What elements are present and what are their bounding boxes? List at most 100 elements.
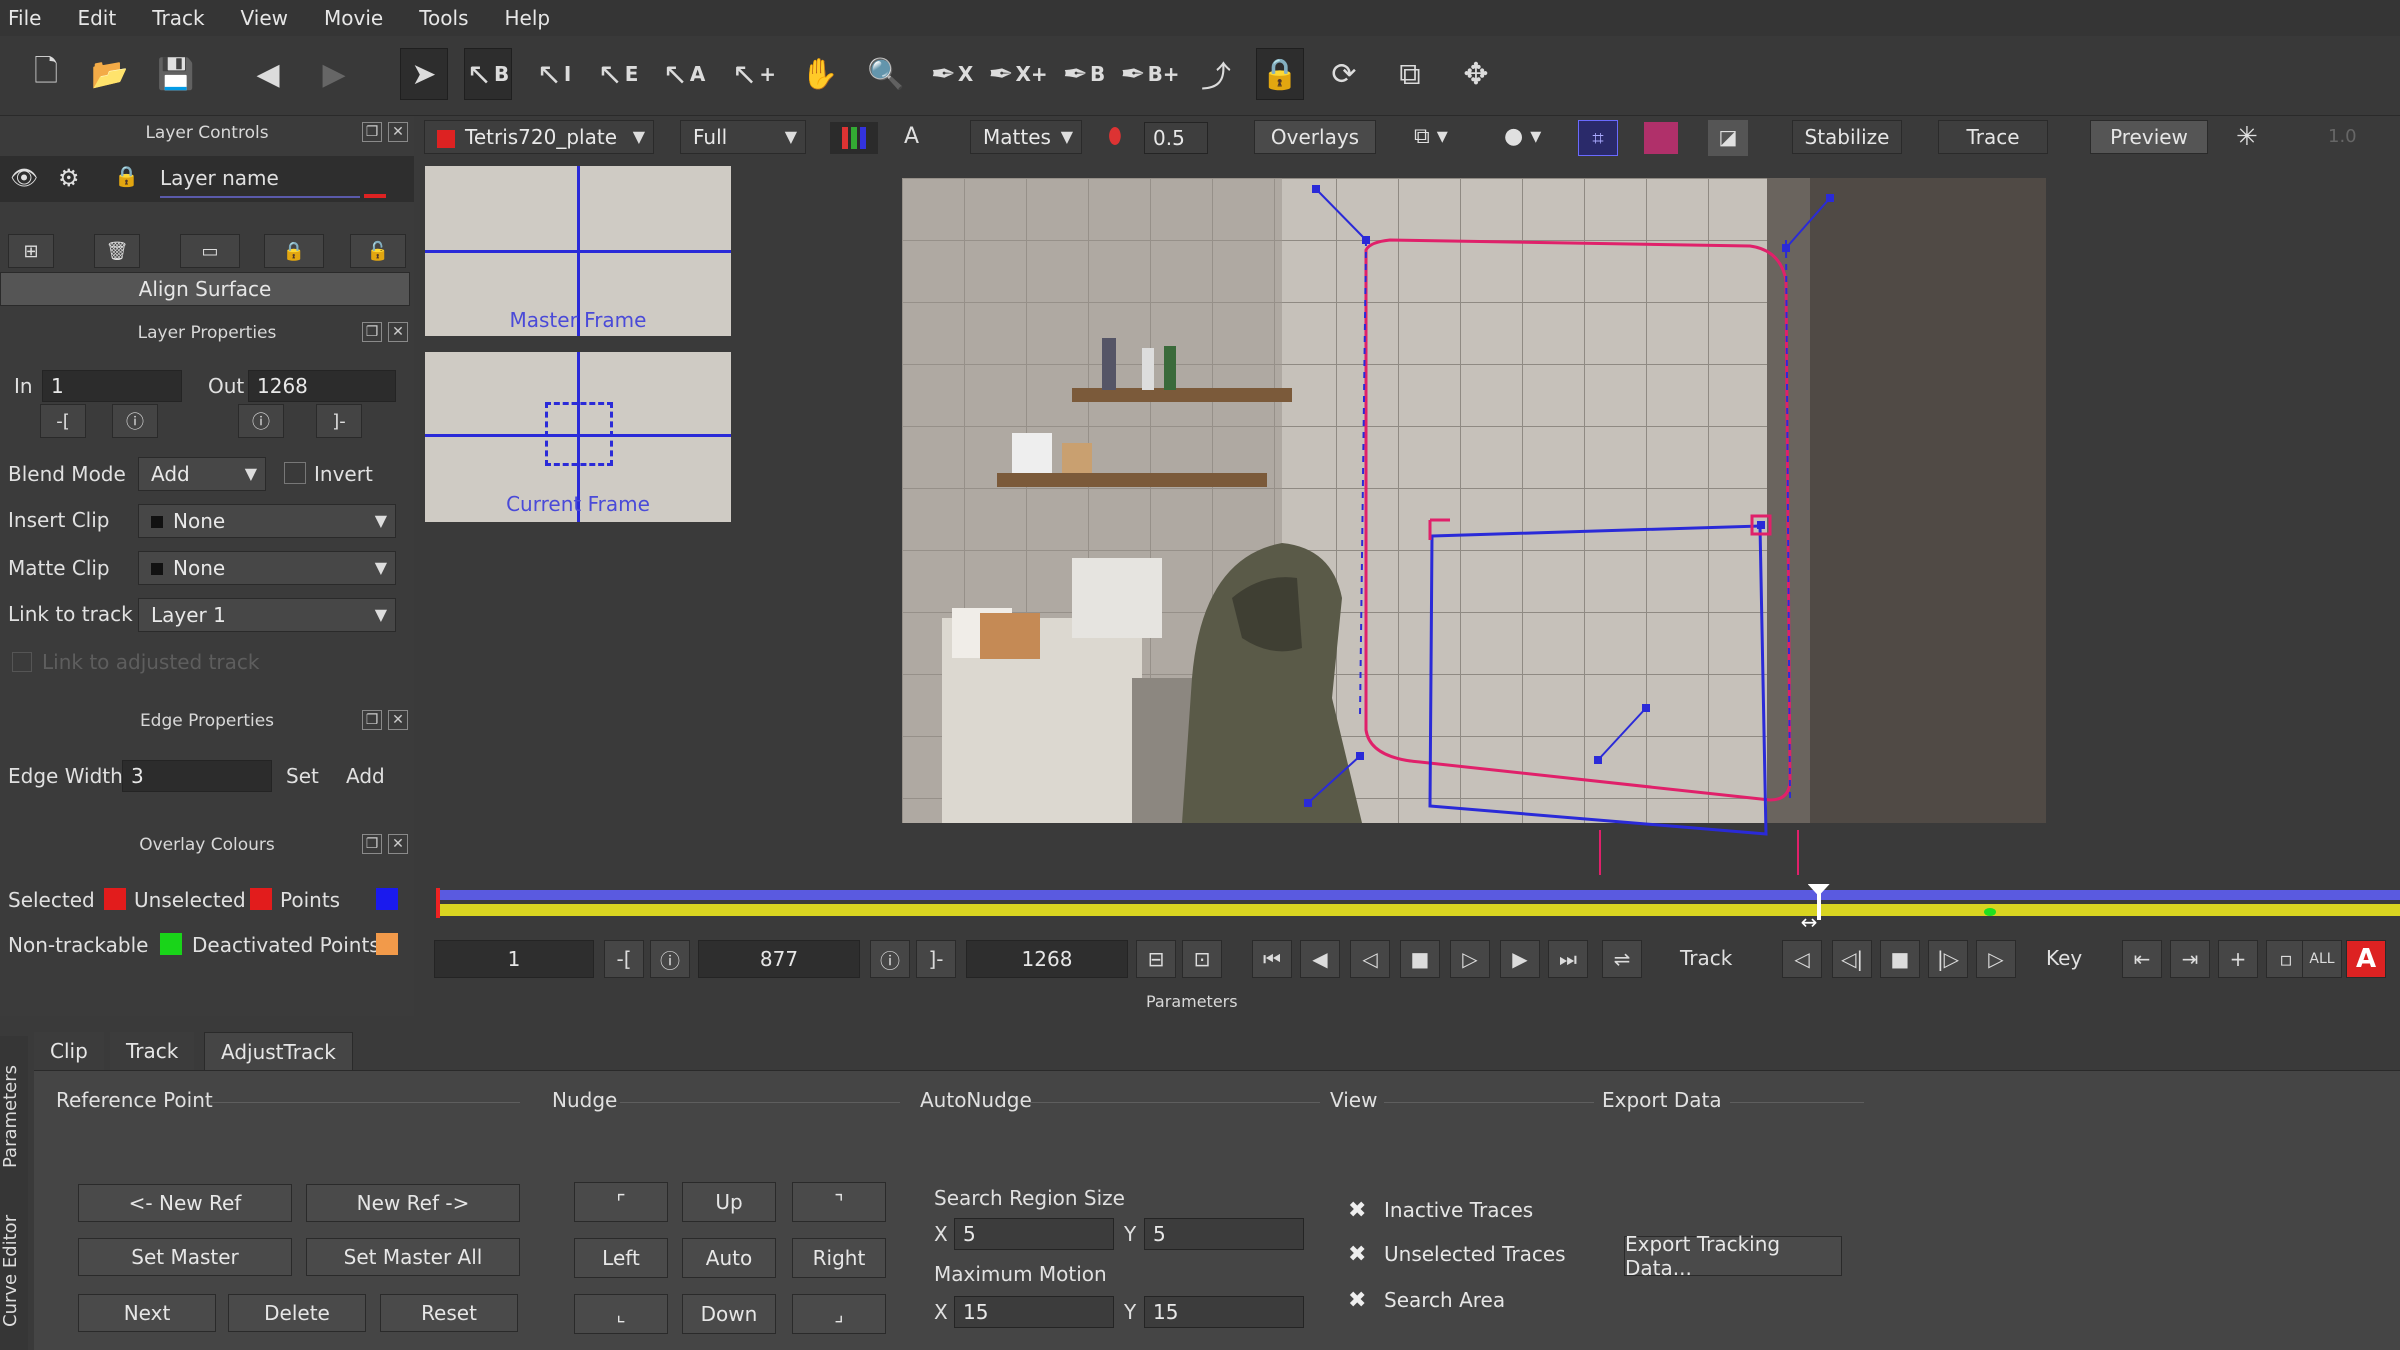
reset-button[interactable]: Reset bbox=[380, 1294, 518, 1332]
control-point[interactable] bbox=[1356, 752, 1364, 760]
control-point[interactable] bbox=[1757, 521, 1765, 529]
go-to-end-icon[interactable]: ⏭ bbox=[1548, 940, 1588, 978]
group-divider bbox=[1384, 1102, 1594, 1103]
search-area-label: Search Area bbox=[1384, 1288, 1506, 1312]
loop-icon[interactable]: ⇌ bbox=[1602, 940, 1642, 978]
step-backward-icon[interactable]: ◁ bbox=[1350, 940, 1390, 978]
tab-track[interactable]: Track bbox=[110, 1032, 195, 1070]
control-point[interactable] bbox=[1594, 756, 1602, 764]
inner-shape-spline[interactable] bbox=[1428, 524, 1768, 836]
control-point[interactable] bbox=[1304, 799, 1312, 807]
unselected-traces-label: Unselected Traces bbox=[1384, 1242, 1566, 1266]
nudge-title: Nudge bbox=[552, 1088, 618, 1112]
track-backward-icon[interactable]: ◁ bbox=[1782, 940, 1822, 978]
control-point[interactable] bbox=[1826, 194, 1834, 202]
track-forward-icon[interactable]: ▷ bbox=[1976, 940, 2016, 978]
go-out-icon[interactable]: ⓘ bbox=[870, 940, 910, 978]
timeline-range-bar bbox=[436, 890, 2400, 900]
bezier-handle bbox=[1307, 755, 1361, 804]
delete-button[interactable]: Delete bbox=[228, 1294, 366, 1332]
end-frame-field[interactable]: 1268 bbox=[966, 940, 1128, 978]
autonudge-title: AutoNudge bbox=[920, 1088, 1032, 1112]
full-range-icon[interactable]: ⊡ bbox=[1182, 940, 1222, 978]
set-master-button[interactable]: Set Master bbox=[78, 1238, 292, 1276]
play-forward-icon[interactable]: ▶ bbox=[1500, 940, 1540, 978]
go-in-icon[interactable]: ⓘ bbox=[650, 940, 690, 978]
max-x-label: X bbox=[934, 1300, 948, 1324]
group-divider bbox=[1030, 1102, 1320, 1103]
export-data-title: Export Data bbox=[1602, 1088, 1722, 1112]
tab-clip[interactable]: Clip bbox=[34, 1032, 104, 1070]
new-ref-prev-button[interactable]: <- New Ref bbox=[78, 1184, 292, 1222]
nudge-left-button[interactable]: Left bbox=[574, 1238, 668, 1278]
group-divider bbox=[210, 1102, 520, 1103]
prev-key-icon[interactable]: ⇤ bbox=[2122, 940, 2162, 978]
checkmark-icon: ✖ bbox=[1348, 1242, 1367, 1267]
control-point[interactable] bbox=[1642, 704, 1650, 712]
timeline-in-marker bbox=[436, 888, 440, 918]
max-motion-x-field[interactable]: 15 bbox=[954, 1296, 1114, 1328]
reference-point-title: Reference Point bbox=[56, 1088, 213, 1112]
control-point[interactable] bbox=[1782, 244, 1790, 252]
nudge-up-left-icon[interactable]: ⌜ bbox=[574, 1182, 668, 1222]
step-forward-icon[interactable]: ▷ bbox=[1450, 940, 1490, 978]
search-region-y-field[interactable]: 5 bbox=[1144, 1218, 1304, 1250]
nudge-auto-button[interactable]: Auto bbox=[682, 1238, 776, 1278]
inactive-traces-label: Inactive Traces bbox=[1384, 1198, 1534, 1222]
search-y-label: Y bbox=[1124, 1222, 1137, 1246]
group-divider bbox=[1730, 1102, 1864, 1103]
autokey-button[interactable]: A bbox=[2346, 940, 2386, 978]
new-ref-next-button[interactable]: New Ref -> bbox=[306, 1184, 520, 1222]
bezier-handle bbox=[1597, 707, 1647, 761]
delete-key-icon[interactable]: ▫ bbox=[2266, 940, 2306, 978]
nudge-up-button[interactable]: Up bbox=[682, 1182, 776, 1222]
bezier-handle bbox=[1315, 188, 1367, 241]
set-out-button[interactable]: ]- bbox=[916, 940, 956, 978]
view-title: View bbox=[1330, 1088, 1378, 1112]
nudge-down-left-icon[interactable]: ⌞ bbox=[574, 1294, 668, 1334]
set-in-button[interactable]: -[ bbox=[604, 940, 644, 978]
track-stop-icon[interactable]: ■ bbox=[1880, 940, 1920, 978]
nudge-down-right-icon[interactable]: ⌟ bbox=[792, 1294, 886, 1334]
export-tracking-data-button[interactable]: Export Tracking Data... bbox=[1624, 1232, 1842, 1280]
max-motion-y-field[interactable]: 15 bbox=[1144, 1296, 1304, 1328]
nudge-right-button[interactable]: Right bbox=[792, 1238, 886, 1278]
start-frame-field[interactable]: 1 bbox=[434, 940, 594, 978]
side-tab-curve-editor[interactable]: Curve Editor bbox=[0, 1196, 28, 1346]
max-motion-label: Maximum Motion bbox=[934, 1262, 1107, 1286]
add-key-icon[interactable]: + bbox=[2218, 940, 2258, 978]
side-tabs: Parameters Curve Editor bbox=[0, 1036, 28, 1350]
key-label: Key bbox=[2046, 946, 2083, 970]
parameters-title: Parameters bbox=[1146, 992, 1238, 1011]
current-frame-field[interactable]: 877 bbox=[698, 940, 860, 978]
search-region-x-field[interactable]: 5 bbox=[954, 1218, 1114, 1250]
checkmark-icon: ✖ bbox=[1348, 1198, 1367, 1223]
timeline[interactable]: ↔ bbox=[436, 884, 2400, 934]
side-tab-parameters[interactable]: Parameters bbox=[0, 1046, 28, 1186]
delete-all-keys-button[interactable]: ALL bbox=[2302, 940, 2342, 978]
inactive-traces-checkbox[interactable]: ✖ Inactive Traces bbox=[1348, 1198, 1533, 1222]
stop-icon[interactable]: ■ bbox=[1400, 940, 1440, 978]
unselected-traces-checkbox[interactable]: ✖ Unselected Traces bbox=[1348, 1242, 1566, 1266]
set-master-all-button[interactable]: Set Master All bbox=[306, 1238, 520, 1276]
group-divider bbox=[620, 1102, 900, 1103]
control-point[interactable] bbox=[1362, 236, 1370, 244]
track-step-backward-icon[interactable]: ◁| bbox=[1832, 940, 1872, 978]
max-y-label: Y bbox=[1124, 1300, 1137, 1324]
bezier-handle bbox=[1785, 197, 1831, 249]
next-key-icon[interactable]: ⇥ bbox=[2170, 940, 2210, 978]
search-area-checkbox[interactable]: ✖ Search Area bbox=[1348, 1288, 1505, 1312]
keyframe-marker[interactable] bbox=[1983, 908, 1996, 916]
next-button[interactable]: Next bbox=[78, 1294, 216, 1332]
tab-adjusttrack[interactable]: AdjustTrack bbox=[204, 1032, 353, 1070]
control-point[interactable] bbox=[1312, 185, 1320, 193]
resize-cursor-icon: ↔ bbox=[1800, 910, 1818, 934]
nudge-down-button[interactable]: Down bbox=[682, 1294, 776, 1334]
timeline-tracked-bar bbox=[436, 904, 2400, 916]
play-backward-icon[interactable]: ◀ bbox=[1300, 940, 1340, 978]
nudge-up-right-icon[interactable]: ⌝ bbox=[792, 1182, 886, 1222]
track-label: Track bbox=[1680, 946, 1733, 970]
track-step-forward-icon[interactable]: |▷ bbox=[1928, 940, 1968, 978]
go-to-start-icon[interactable]: ⏮ bbox=[1252, 940, 1292, 978]
fit-range-icon[interactable]: ⊟ bbox=[1136, 940, 1176, 978]
